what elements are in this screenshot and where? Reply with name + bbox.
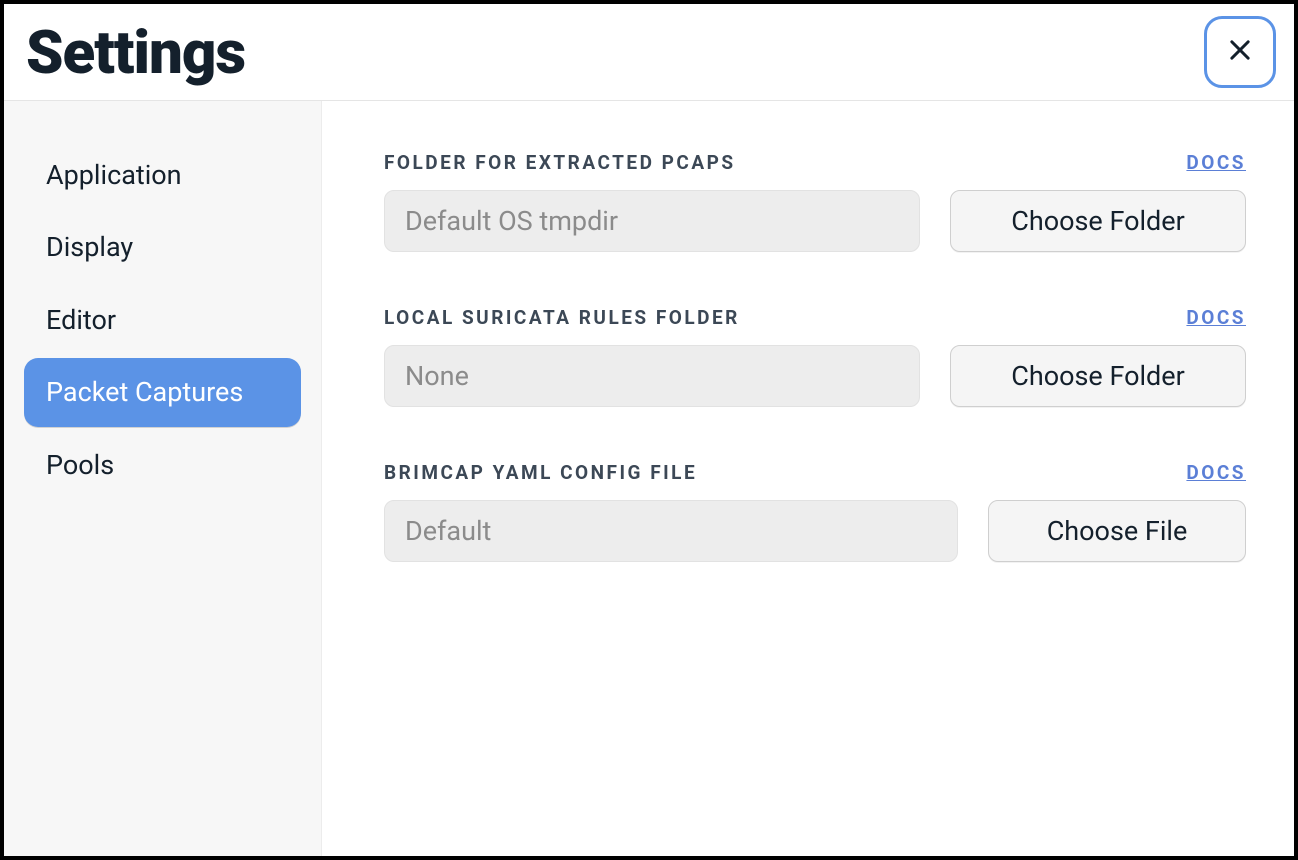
choose-file-button[interactable]: Choose File [988,500,1246,562]
suricata-folder-value: None [384,345,920,407]
field-label-row: LOCAL SURICATA RULES FOLDER DOCS [384,306,1246,329]
sidebar-item-editor[interactable]: Editor [24,286,301,354]
field-control-row: Default OS tmpdir Choose Folder [384,190,1246,252]
setting-suricata-rules-folder: LOCAL SURICATA RULES FOLDER DOCS None Ch… [384,306,1246,407]
docs-link[interactable]: DOCS [1186,306,1246,329]
settings-main: FOLDER FOR EXTRACTED PCAPS DOCS Default … [322,101,1294,856]
field-label: FOLDER FOR EXTRACTED PCAPS [384,151,736,174]
field-label: BRIMCAP YAML CONFIG FILE [384,461,697,484]
sidebar-item-pools[interactable]: Pools [24,431,301,499]
settings-header: Settings [4,4,1294,101]
button-label: Choose Folder [1011,205,1185,237]
choose-folder-button[interactable]: Choose Folder [950,345,1246,407]
field-control-row: Default Choose File [384,500,1246,562]
sidebar-item-label: Application [46,159,182,191]
sidebar-item-label: Editor [46,304,116,336]
brimcap-config-value: Default [384,500,958,562]
sidebar-item-label: Pools [46,449,114,481]
sidebar-item-display[interactable]: Display [24,213,301,281]
field-label: LOCAL SURICATA RULES FOLDER [384,306,740,329]
button-label: Choose File [1047,515,1188,547]
setting-brimcap-yaml-config: BRIMCAP YAML CONFIG FILE DOCS Default Ch… [384,461,1246,562]
field-control-row: None Choose Folder [384,345,1246,407]
docs-link[interactable]: DOCS [1186,461,1246,484]
page-title: Settings [26,17,245,88]
docs-link[interactable]: DOCS [1186,151,1246,174]
setting-extracted-pcaps-folder: FOLDER FOR EXTRACTED PCAPS DOCS Default … [384,151,1246,252]
field-label-row: FOLDER FOR EXTRACTED PCAPS DOCS [384,151,1246,174]
pcaps-folder-value: Default OS tmpdir [384,190,920,252]
choose-folder-button[interactable]: Choose Folder [950,190,1246,252]
close-button[interactable] [1204,16,1276,88]
sidebar-item-label: Packet Captures [46,376,243,408]
sidebar-item-application[interactable]: Application [24,141,301,209]
button-label: Choose Folder [1011,360,1185,392]
close-icon [1226,36,1254,68]
field-label-row: BRIMCAP YAML CONFIG FILE DOCS [384,461,1246,484]
sidebar: Application Display Editor Packet Captur… [4,101,322,856]
settings-body: Application Display Editor Packet Captur… [4,101,1294,856]
sidebar-item-label: Display [46,231,133,263]
sidebar-item-packet-captures[interactable]: Packet Captures [24,358,301,426]
